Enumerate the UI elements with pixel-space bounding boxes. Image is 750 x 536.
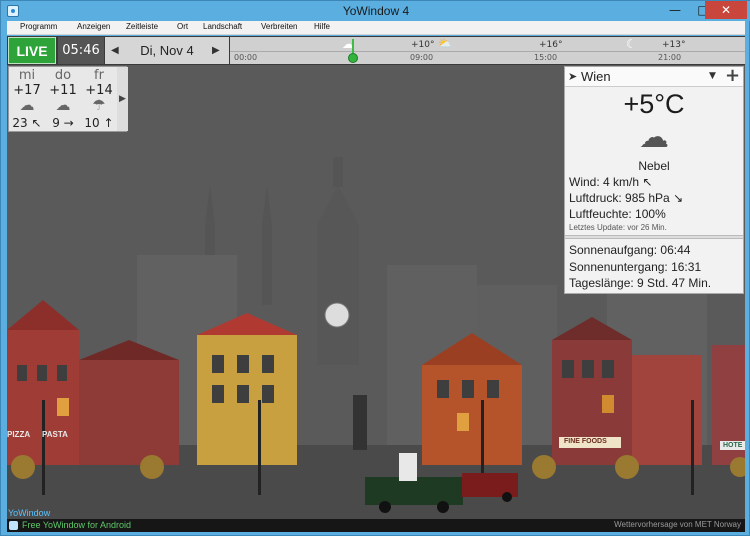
minimize-button[interactable]: — — [661, 1, 689, 19]
forecast-day[interactable]: fr +14 ☂ 10 ↑ — [81, 67, 117, 131]
live-button[interactable]: LIVE — [8, 37, 56, 64]
forecast-wind: 10 ↑ — [84, 116, 114, 130]
menu-landschaft[interactable]: Landschaft — [203, 22, 242, 31]
current-temperature: +5°C — [623, 89, 685, 119]
tick-label: 00:00 — [234, 53, 258, 62]
android-icon — [9, 521, 18, 530]
menu-anzeigen[interactable]: Anzeigen — [77, 22, 110, 31]
fog-icon: ☁ — [639, 120, 669, 155]
wind-info: Wind: 4 km/h ↖ — [569, 175, 653, 189]
humidity-info: Luftfeuchte: 100% — [569, 207, 666, 221]
location-name: Wien — [581, 69, 611, 84]
timeline-bar: LIVE 05:46 ◀ Di, Nov 4 ▶ 00:00 09:00 15:… — [7, 36, 745, 65]
moon-icon: ☾ — [626, 37, 637, 51]
next-day-arrow-icon[interactable]: ▶ — [212, 45, 220, 56]
menu-programm[interactable]: Programm — [20, 22, 57, 31]
app-window: YoWindow 4 — □ ✕ Programm Anzeigen Zeitl… — [0, 0, 750, 536]
shop-sign-pizza: PIZZA — [7, 430, 31, 439]
day-length-info: Tageslänge: 9 Std. 47 Min. — [569, 276, 712, 290]
partly-cloudy-icon: ⛅ — [438, 37, 452, 50]
location-pointer-icon: ➤ — [568, 70, 578, 83]
forecast-day-name: fr — [94, 68, 104, 83]
pressure-info: Luftdruck: 985 hPa ↘ — [569, 191, 684, 205]
dropdown-icon[interactable]: ▼ — [709, 71, 716, 81]
window-title: YoWindow 4 — [342, 4, 410, 18]
sunrise-info: Sonnenaufgang: 06:44 — [569, 243, 691, 257]
timeline-slider-handle[interactable] — [348, 53, 358, 63]
tick-label: 09:00 — [410, 53, 434, 62]
forecast-day[interactable]: mi +17 ☁ 23 ↖ — [9, 67, 45, 131]
title-bar: YoWindow 4 — □ ✕ — [1, 1, 750, 21]
sunset-info: Sonnenuntergang: 16:31 — [569, 260, 702, 274]
timeline-track[interactable]: 00:00 09:00 15:00 21:00 ☁ +10° ⛅ +16° ☾ … — [230, 37, 745, 64]
close-button[interactable]: ✕ — [705, 1, 747, 19]
forecast-day-name: mi — [18, 68, 36, 83]
temp-label: +10° — [411, 40, 435, 50]
cloud-icon: ☁ — [55, 96, 71, 114]
menu-bar: Programm Anzeigen Zeitleiste Ort Landsch… — [7, 21, 745, 35]
timeline-marker — [352, 39, 354, 53]
date-navigator: ◀ Di, Nov 4 ▶ — [105, 37, 229, 64]
add-location-icon[interactable]: + — [725, 65, 740, 86]
shop-sign-pasta: PASTA — [42, 430, 68, 439]
forecast-strip: mi +17 ☁ 23 ↖ do +11 ☁ 9 → fr +14 ☂ 10 ↑… — [8, 66, 128, 132]
temp-label: +13° — [662, 40, 686, 50]
date-label: Di, Nov 4 — [140, 43, 194, 58]
current-weather-panel: ➤ Wien ▼ + +5°C ☁ Nebel Wind: 4 km/h ↖ L… — [564, 65, 744, 294]
menu-zeitleiste[interactable]: Zeitleiste — [126, 22, 158, 31]
last-update: Letztes Update: vor 26 Min. — [569, 223, 667, 232]
location-bar[interactable]: ➤ Wien ▼ + — [565, 65, 743, 87]
menu-verbreiten[interactable]: Verbreiten — [261, 22, 297, 31]
temp-label: +16° — [539, 40, 563, 50]
menu-ort[interactable]: Ort — [177, 22, 188, 31]
rain-icon: ☂ — [92, 96, 106, 114]
android-promo-link[interactable]: Free YoWindow for Android — [22, 520, 131, 530]
shop-sign-fine-foods: FINE FOODS — [564, 438, 607, 445]
tick-label: 21:00 — [658, 53, 682, 62]
cloud-icon: ☁ — [19, 96, 35, 114]
tick-label: 15:00 — [534, 53, 558, 62]
forecast-next-arrow-icon[interactable]: ▶ — [117, 67, 128, 131]
forecast-credit-link[interactable]: Wettervorhersage von MET Norway — [614, 520, 741, 529]
forecast-wind: 23 ↖ — [12, 116, 42, 130]
forecast-wind: 9 → — [52, 116, 74, 130]
forecast-day[interactable]: do +11 ☁ 9 → — [45, 67, 81, 131]
forecast-day-name: do — [54, 68, 72, 83]
menu-hilfe[interactable]: Hilfe — [314, 22, 330, 31]
panel-divider — [565, 235, 743, 239]
brand-label: YoWindow — [8, 508, 51, 518]
timeline-line — [230, 51, 745, 52]
current-time: 05:46 — [58, 37, 104, 64]
weather-description: Nebel — [638, 159, 670, 173]
status-bar: Free YoWindow for Android Wettervorhersa… — [7, 519, 745, 532]
shop-sign-hotel: HOTE — [723, 442, 743, 449]
